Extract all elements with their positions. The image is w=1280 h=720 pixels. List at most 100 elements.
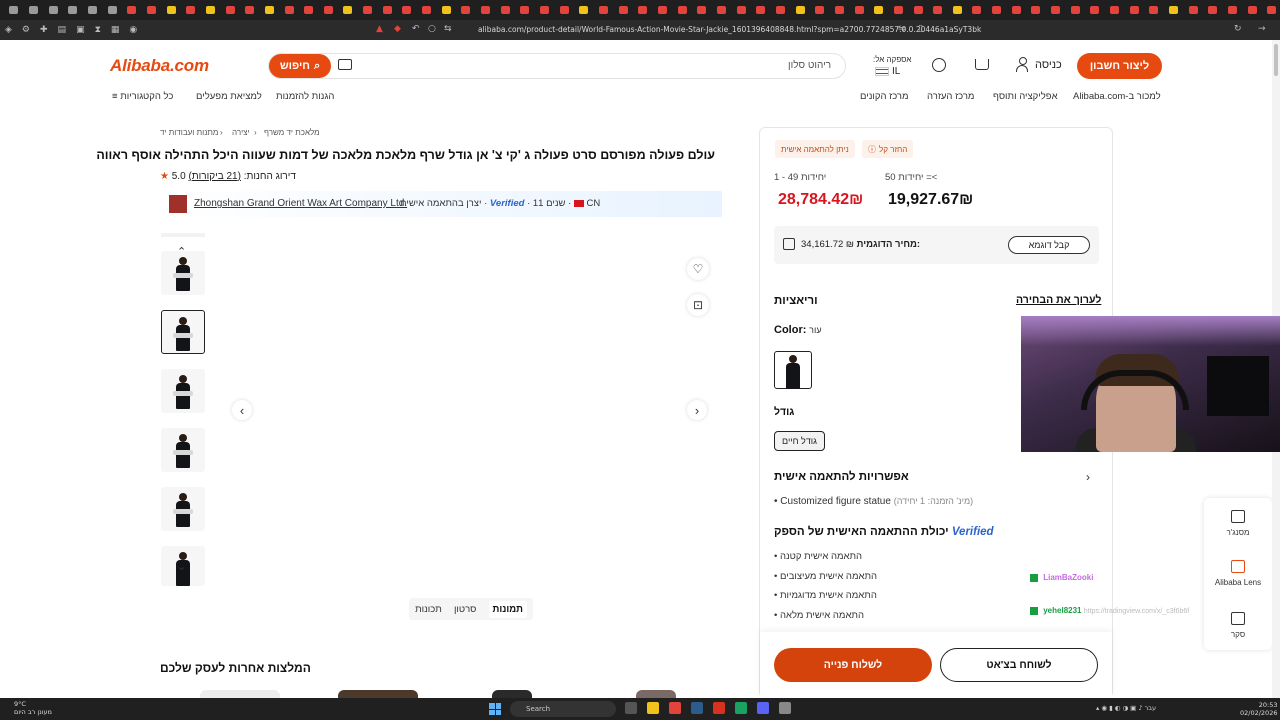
back-icon[interactable]: ↶ [412,24,420,34]
steam-icon[interactable] [691,702,703,714]
tab-icon[interactable] [45,3,61,17]
tab-icon[interactable] [832,3,848,17]
nav-find-factories[interactable]: למציאת מפעלים [196,91,262,102]
tab-icon[interactable] [517,3,533,17]
tab-icon[interactable] [1087,3,1103,17]
search-icon[interactable]: ○ [428,24,436,34]
translate-icon[interactable]: ⇋ [898,24,906,34]
weather-widget[interactable]: 9°C מעונן רב היום [14,700,52,716]
all-categories-menu[interactable]: ≡ כל הקטגוריות [112,91,173,102]
tab-icon[interactable] [989,3,1005,17]
tab-icon[interactable] [773,3,789,17]
tab-icon[interactable] [969,3,985,17]
reviews-link[interactable]: (21 ביקורות) [188,171,241,182]
tab-icon[interactable] [635,3,651,17]
search-button[interactable]: חיפוש ⌕ [269,54,331,78]
settings-icon[interactable] [779,702,791,714]
tab-icon[interactable] [1166,3,1182,17]
nav-app[interactable]: אפליקציה ותוסף [993,91,1058,102]
tab-icon[interactable] [163,3,179,17]
tab-icon[interactable] [655,3,671,17]
tab-icon[interactable] [753,3,769,17]
tab-icon[interactable] [930,3,946,17]
tab-icon[interactable] [733,3,749,17]
supplier-name-link[interactable]: Zhongshan Grand Orient Wax Art Company L… [194,198,407,209]
tab-icon[interactable] [340,3,356,17]
tab-icon[interactable] [242,3,258,17]
file-explorer-icon[interactable] [647,702,659,714]
tab-icon[interactable] [301,3,317,17]
country-code[interactable]: IL [892,66,900,77]
tray-icons[interactable]: ▴ ◉ ▮ ◐ ◑ ▣ ♪ [1096,704,1143,712]
chat-now-button[interactable]: לשוחח בצ'אט [940,648,1098,682]
tab-icon[interactable] [438,3,454,17]
extensions-icon[interactable]: ✚ [40,25,48,35]
tab-icon[interactable] [714,3,730,17]
sidebar-icon[interactable]: ▤ [58,25,67,35]
color-swatch[interactable] [774,351,812,389]
tab-icon[interactable] [1008,3,1024,17]
alibaba-lens-button[interactable]: Alibaba Lens [1204,560,1272,587]
tab-icon[interactable] [812,3,828,17]
tab-icon[interactable] [497,3,513,17]
globe-icon[interactable] [932,58,946,72]
tab-icon[interactable] [124,3,140,17]
app-icon[interactable] [735,702,747,714]
tab-icon[interactable] [792,3,808,17]
tab-icon[interactable] [910,3,926,17]
tab-icon[interactable] [1185,3,1201,17]
recommendation-image[interactable] [200,690,280,698]
sign-in-link[interactable]: כניסה [1035,59,1062,71]
tab-icon[interactable] [1048,3,1064,17]
tab-icon[interactable] [1264,3,1280,17]
tab-icon[interactable] [950,3,966,17]
wallet-icon[interactable]: ▦ [111,25,120,35]
tab-icon[interactable] [694,3,710,17]
capability-verified-badge[interactable]: Verified [952,526,994,538]
size-option[interactable]: גודל חיים [774,431,825,451]
tab-icon[interactable] [891,3,907,17]
tab-icon[interactable] [1126,3,1142,17]
task-view-icon[interactable] [625,702,637,714]
history-icon[interactable]: ⧗ [95,25,101,35]
tab-icon[interactable] [1146,3,1162,17]
nav-buyers-center[interactable]: מרכז הקונים [860,91,909,102]
search-box[interactable] [268,53,846,79]
prev-image-button[interactable]: ‹ [232,400,252,420]
tab-icon[interactable] [379,3,395,17]
tab-icon[interactable] [674,3,690,17]
tab-icon[interactable] [1067,3,1083,17]
chevron-right-icon[interactable]: › [1086,470,1090,484]
tab-icon[interactable] [360,3,376,17]
warning-icon[interactable]: ▲ [376,24,383,34]
alibaba-logo[interactable]: Alibaba.com [110,56,209,76]
recommendation-image[interactable] [492,690,532,698]
screenshot-icon[interactable]: ▣ [76,25,85,35]
cart-icon[interactable] [975,59,989,70]
tab-features[interactable]: תכונות [415,604,442,615]
shield-icon[interactable]: ◈ [5,25,12,35]
tab-icon[interactable] [851,3,867,17]
tab-icon[interactable] [26,3,42,17]
tab-icon[interactable] [556,3,572,17]
tab-icon[interactable] [104,3,120,17]
speaker-icon[interactable]: ◉ [129,25,137,35]
tab-icon[interactable] [1205,3,1221,17]
tab-video[interactable]: סרטון [454,604,476,615]
tab-icon[interactable] [1244,3,1260,17]
tab-icon[interactable] [144,3,160,17]
bookmark-icon[interactable]: ▯ [918,24,923,34]
supplier-logo[interactable] [169,195,187,213]
tab-icon[interactable] [478,3,494,17]
recommendation-image[interactable] [338,690,418,698]
tab-icon[interactable] [1028,3,1044,17]
customization-heading[interactable]: אפשרויות להתאמה אישית [774,471,909,483]
brave-browser-icon[interactable] [669,702,681,714]
tab-icon[interactable] [537,3,553,17]
tab-icon[interactable] [203,3,219,17]
thumbnail[interactable] [161,487,205,531]
camera-icon[interactable] [338,59,352,70]
thumbnail[interactable] [161,428,205,472]
tab-photos[interactable]: תמונות [488,600,527,618]
image-search-icon[interactable]: ⊡ [687,294,709,316]
